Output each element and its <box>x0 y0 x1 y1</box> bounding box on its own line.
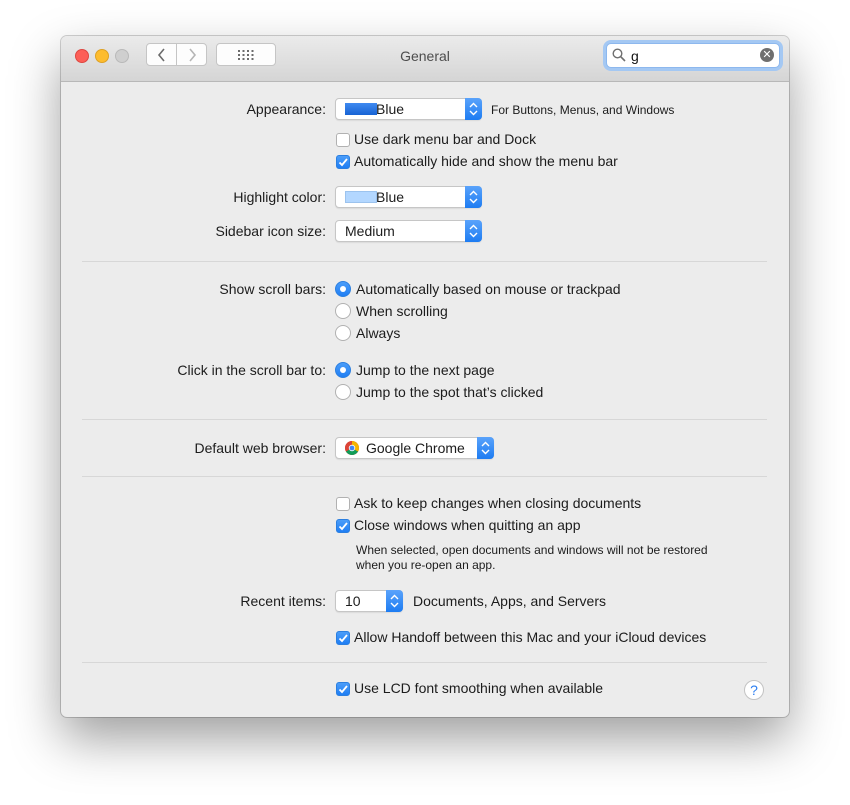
jump-next-page-radio[interactable] <box>335 362 351 378</box>
jump-next-page-label[interactable]: Jump to the next page <box>356 362 495 378</box>
system-preferences-window: General g ✕ Appearance: Blue For Buttons… <box>61 36 789 717</box>
jump-spot-clicked-label[interactable]: Jump to the spot that’s clicked <box>356 384 543 400</box>
search-input[interactable]: g <box>631 48 639 64</box>
updown-arrow-icon <box>386 590 403 612</box>
updown-arrow-icon <box>465 220 482 242</box>
scroll-always-label[interactable]: Always <box>356 325 400 341</box>
updown-arrow-icon <box>477 437 494 459</box>
recent-items-label: Recent items: <box>240 593 326 609</box>
recent-items-popup[interactable]: 10 <box>335 590 403 612</box>
close-windows-note-line2: when you re-open an app. <box>356 558 496 572</box>
separator <box>82 261 767 262</box>
sidebar-icon-size-popup[interactable]: Medium <box>335 220 482 242</box>
scroll-always-radio[interactable] <box>335 325 351 341</box>
close-windows-note-line1: When selected, open documents and window… <box>356 543 708 557</box>
recent-items-value: 10 <box>345 593 361 609</box>
ask-keep-changes-checkbox[interactable] <box>336 497 350 511</box>
highlight-swatch <box>345 191 377 203</box>
scroll-when-scrolling-label[interactable]: When scrolling <box>356 303 448 319</box>
title-bar: General g ✕ <box>61 36 789 82</box>
checkmark-icon <box>338 685 348 694</box>
scroll-auto-radio[interactable] <box>335 281 351 297</box>
handoff-checkbox[interactable] <box>336 631 350 645</box>
highlight-color-label: Highlight color: <box>233 189 326 205</box>
sidebar-icon-size-label: Sidebar icon size: <box>215 223 326 239</box>
scroll-when-scrolling-radio[interactable] <box>335 303 351 319</box>
sidebar-icon-size-value: Medium <box>345 223 395 239</box>
ask-keep-changes-label[interactable]: Ask to keep changes when closing documen… <box>354 495 641 511</box>
close-windows-label[interactable]: Close windows when quitting an app <box>354 517 580 533</box>
default-browser-popup[interactable]: Google Chrome <box>335 437 494 459</box>
separator <box>82 476 767 477</box>
recent-items-note: Documents, Apps, and Servers <box>413 593 606 609</box>
appearance-popup[interactable]: Blue <box>335 98 482 120</box>
checkmark-icon <box>338 634 348 643</box>
appearance-label: Appearance: <box>246 101 326 117</box>
lcd-smoothing-checkbox[interactable] <box>336 682 350 696</box>
checkmark-icon <box>338 158 348 167</box>
auto-hide-menu-bar-label[interactable]: Automatically hide and show the menu bar <box>354 153 618 169</box>
dark-menu-bar-checkbox[interactable] <box>336 133 350 147</box>
appearance-swatch <box>345 103 377 115</box>
handoff-label[interactable]: Allow Handoff between this Mac and your … <box>354 629 706 645</box>
close-windows-checkbox[interactable] <box>336 519 350 533</box>
click-scroll-bar-label: Click in the scroll bar to: <box>177 362 326 378</box>
clear-search-icon[interactable]: ✕ <box>760 48 774 62</box>
appearance-note: For Buttons, Menus, and Windows <box>491 103 675 117</box>
show-scroll-bars-label: Show scroll bars: <box>219 281 326 297</box>
default-browser-label: Default web browser: <box>194 440 326 456</box>
separator <box>82 419 767 420</box>
separator <box>82 662 767 663</box>
checkmark-icon <box>338 522 348 531</box>
appearance-value: Blue <box>376 101 405 117</box>
jump-spot-clicked-radio[interactable] <box>335 384 351 400</box>
auto-hide-menu-bar-checkbox[interactable] <box>336 155 350 169</box>
highlight-color-popup[interactable]: Blue <box>335 186 482 208</box>
dark-menu-bar-label[interactable]: Use dark menu bar and Dock <box>354 131 536 147</box>
search-icon <box>612 48 626 62</box>
updown-arrow-icon <box>465 98 482 120</box>
chrome-icon <box>345 441 359 455</box>
help-button[interactable]: ? <box>744 680 764 700</box>
search-field[interactable]: g ✕ <box>606 43 780 68</box>
highlight-color-value: Blue <box>376 189 405 205</box>
lcd-smoothing-label[interactable]: Use LCD font smoothing when available <box>354 680 603 696</box>
updown-arrow-icon <box>465 186 482 208</box>
scroll-auto-label[interactable]: Automatically based on mouse or trackpad <box>356 281 621 297</box>
default-browser-value: Google Chrome <box>366 440 465 456</box>
